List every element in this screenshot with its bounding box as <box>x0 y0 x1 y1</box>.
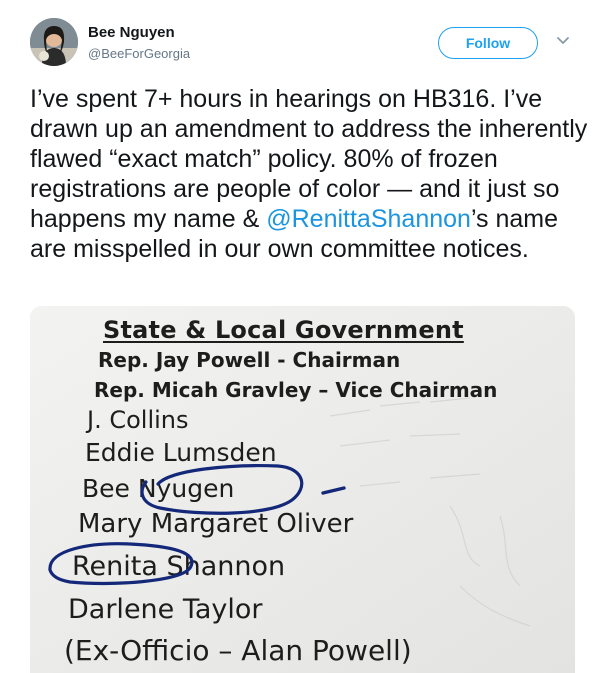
tweet-text: I’ve spent 7+ hours in hearings on HB316… <box>30 84 590 264</box>
document-line: (Ex-Officio – Alan Powell) <box>64 634 412 667</box>
tweet-header: Bee Nguyen @BeeForGeorgia Follow <box>0 0 600 80</box>
avatar[interactable] <box>30 18 78 66</box>
chevron-down-icon[interactable] <box>556 36 570 46</box>
document-line: Mary Margaret Oliver <box>78 509 354 539</box>
author-handle[interactable]: @BeeForGeorgia <box>88 46 190 61</box>
document-title: State & Local Government <box>103 316 464 344</box>
document-line: Darlene Taylor <box>68 594 263 625</box>
tweet-photo[interactable]: State & Local Government Rep. Jay Powell… <box>30 306 575 673</box>
document-line: Bee Nyugen <box>82 474 235 503</box>
document-line: Rep. Micah Gravley – Vice Chairman <box>94 378 498 402</box>
author-display-name[interactable]: Bee Nguyen <box>88 24 175 41</box>
document-line: J. Collins <box>87 406 189 434</box>
document-line: Eddie Lumsden <box>85 438 277 467</box>
document-line: Renita Shannon <box>72 551 286 582</box>
profile-photo-icon <box>30 18 78 66</box>
document-line: Rep. Jay Powell - Chairman <box>98 348 401 372</box>
follow-button[interactable]: Follow <box>438 27 538 59</box>
mention-link[interactable]: @RenittaShannon <box>266 205 471 233</box>
